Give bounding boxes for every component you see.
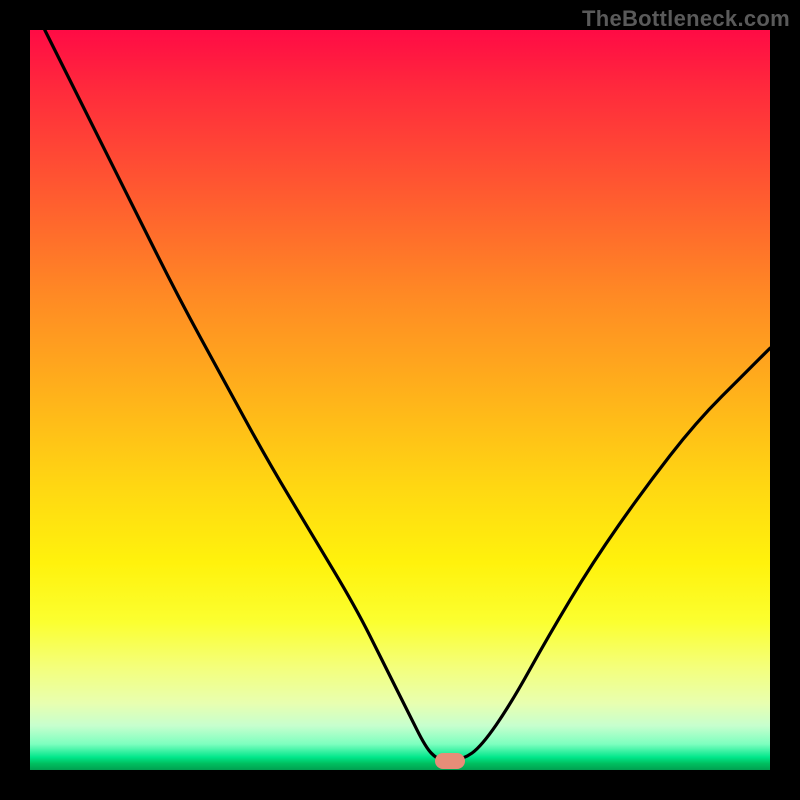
plot-area — [30, 30, 770, 770]
bottleneck-curve — [30, 30, 770, 770]
watermark-label: TheBottleneck.com — [582, 6, 790, 32]
minimum-marker — [435, 753, 465, 769]
chart-frame: TheBottleneck.com — [0, 0, 800, 800]
